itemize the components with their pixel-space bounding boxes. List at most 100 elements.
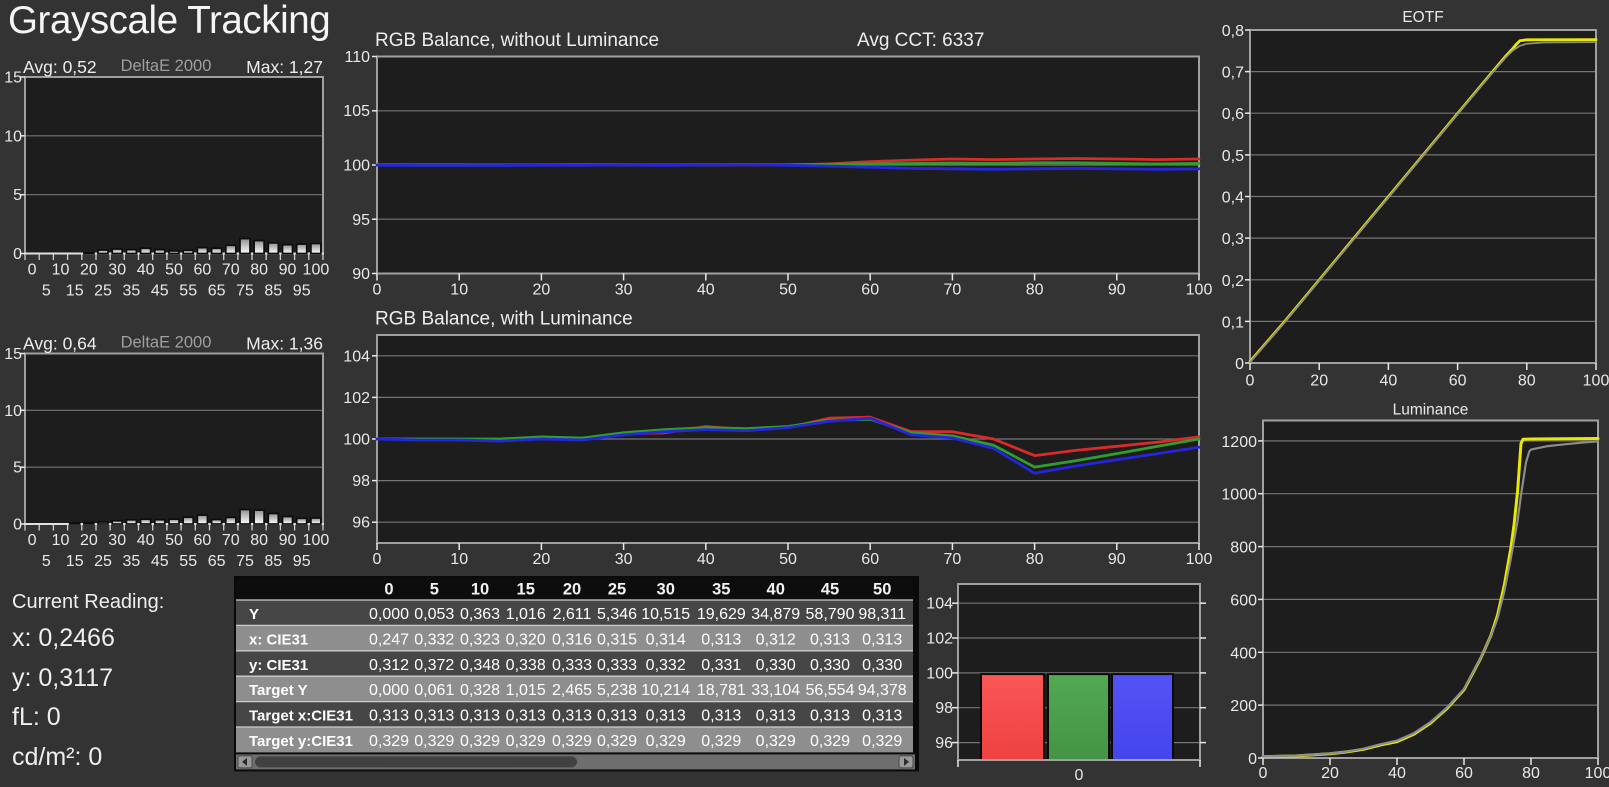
svg-text:80: 80 [250,532,268,549]
svg-text:y: 0,3117: y: 0,3117 [12,664,113,692]
svg-text:20: 20 [563,581,581,599]
svg-text:60: 60 [1455,765,1473,782]
svg-text:50: 50 [165,262,183,279]
svg-text:25: 25 [608,581,626,599]
svg-text:0,313: 0,313 [506,708,546,725]
svg-text:100: 100 [926,665,953,682]
svg-text:75: 75 [236,283,254,300]
svg-text:0: 0 [13,246,22,263]
svg-text:90: 90 [1108,551,1126,568]
svg-text:0: 0 [373,551,382,568]
svg-text:0,329: 0,329 [756,733,796,750]
svg-text:y: CIE31: y: CIE31 [249,657,308,674]
svg-text:0,330: 0,330 [862,657,902,674]
svg-text:33,104: 33,104 [751,682,800,699]
svg-text:30: 30 [615,551,633,568]
svg-text:5: 5 [430,581,439,599]
svg-text:0,329: 0,329 [862,733,902,750]
svg-text:56,554: 56,554 [806,682,855,699]
svg-text:0,313: 0,313 [646,708,686,725]
svg-text:100: 100 [303,262,330,279]
svg-text:102: 102 [343,390,370,407]
svg-text:0,313: 0,313 [597,708,637,725]
svg-text:Target y:CIE31: Target y:CIE31 [249,733,353,750]
svg-text:95: 95 [293,553,311,570]
svg-text:0,315: 0,315 [597,631,637,648]
svg-text:15: 15 [66,283,84,300]
svg-text:100: 100 [1583,373,1609,390]
svg-text:30: 30 [108,262,126,279]
svg-text:0,313: 0,313 [862,631,902,648]
svg-text:15: 15 [4,346,22,363]
svg-text:Max: 1,36: Max: 1,36 [246,334,323,354]
svg-text:75: 75 [236,553,254,570]
svg-text:10: 10 [52,262,70,279]
svg-text:0,5: 0,5 [1222,148,1244,165]
svg-text:0,330: 0,330 [810,657,850,674]
svg-text:60: 60 [194,262,212,279]
svg-text:70: 70 [944,551,962,568]
svg-text:Avg: 0,64: Avg: 0,64 [23,334,97,354]
svg-text:50: 50 [779,282,797,299]
svg-text:90: 90 [1108,282,1126,299]
svg-text:15: 15 [4,70,22,87]
svg-text:0,313: 0,313 [810,708,850,725]
svg-text:0,313: 0,313 [810,631,850,648]
svg-text:cd/m²: 0: cd/m²: 0 [12,743,102,771]
svg-text:50: 50 [779,551,797,568]
svg-text:0: 0 [1246,373,1255,390]
svg-text:0,000: 0,000 [369,682,409,699]
svg-text:0,372: 0,372 [414,657,454,674]
svg-text:0,313: 0,313 [414,708,454,725]
svg-text:0,061: 0,061 [414,682,454,699]
svg-text:10: 10 [471,581,489,599]
svg-text:35: 35 [123,283,141,300]
svg-text:Grayscale Tracking: Grayscale Tracking [8,0,330,42]
svg-text:20: 20 [533,282,551,299]
svg-text:Avg: 0,52: Avg: 0,52 [23,57,97,77]
svg-text:90: 90 [352,266,370,283]
svg-text:0,313: 0,313 [862,708,902,725]
svg-text:90: 90 [279,532,297,549]
svg-text:94,378: 94,378 [858,682,907,699]
svg-text:100: 100 [1186,282,1213,299]
svg-text:EOTF: EOTF [1402,9,1443,26]
svg-text:10: 10 [450,282,468,299]
svg-text:98: 98 [935,700,953,717]
svg-text:90: 90 [279,262,297,279]
svg-text:95: 95 [352,212,370,229]
svg-text:0,329: 0,329 [552,733,592,750]
svg-text:40: 40 [697,282,715,299]
svg-text:RGB Balance, with Luminance: RGB Balance, with Luminance [375,309,633,330]
svg-text:58,790: 58,790 [806,606,855,623]
svg-text:40: 40 [1380,373,1398,390]
svg-text:0: 0 [1259,765,1268,782]
svg-text:80: 80 [250,262,268,279]
svg-text:200: 200 [1230,698,1257,715]
svg-text:65: 65 [208,283,226,300]
svg-text:80: 80 [1026,282,1044,299]
svg-text:10: 10 [450,551,468,568]
svg-text:20: 20 [80,532,98,549]
svg-text:85: 85 [264,553,282,570]
svg-text:45: 45 [151,553,169,570]
svg-text:55: 55 [179,553,197,570]
svg-text:50: 50 [873,581,891,599]
svg-text:0,316: 0,316 [552,631,592,648]
svg-text:0,332: 0,332 [646,657,686,674]
svg-text:1200: 1200 [1221,434,1257,451]
svg-text:2,465: 2,465 [552,682,592,699]
svg-text:5: 5 [42,553,51,570]
svg-text:70: 70 [222,262,240,279]
svg-text:0: 0 [1075,767,1084,784]
svg-text:60: 60 [194,532,212,549]
svg-text:Luminance: Luminance [1393,402,1469,419]
svg-text:10: 10 [4,128,22,145]
svg-text:15: 15 [517,581,535,599]
svg-text:60: 60 [861,282,879,299]
svg-text:0,7: 0,7 [1222,65,1244,82]
svg-text:0,329: 0,329 [597,733,637,750]
svg-text:600: 600 [1230,592,1257,609]
svg-text:100: 100 [303,532,330,549]
svg-text:0,2: 0,2 [1222,273,1244,290]
